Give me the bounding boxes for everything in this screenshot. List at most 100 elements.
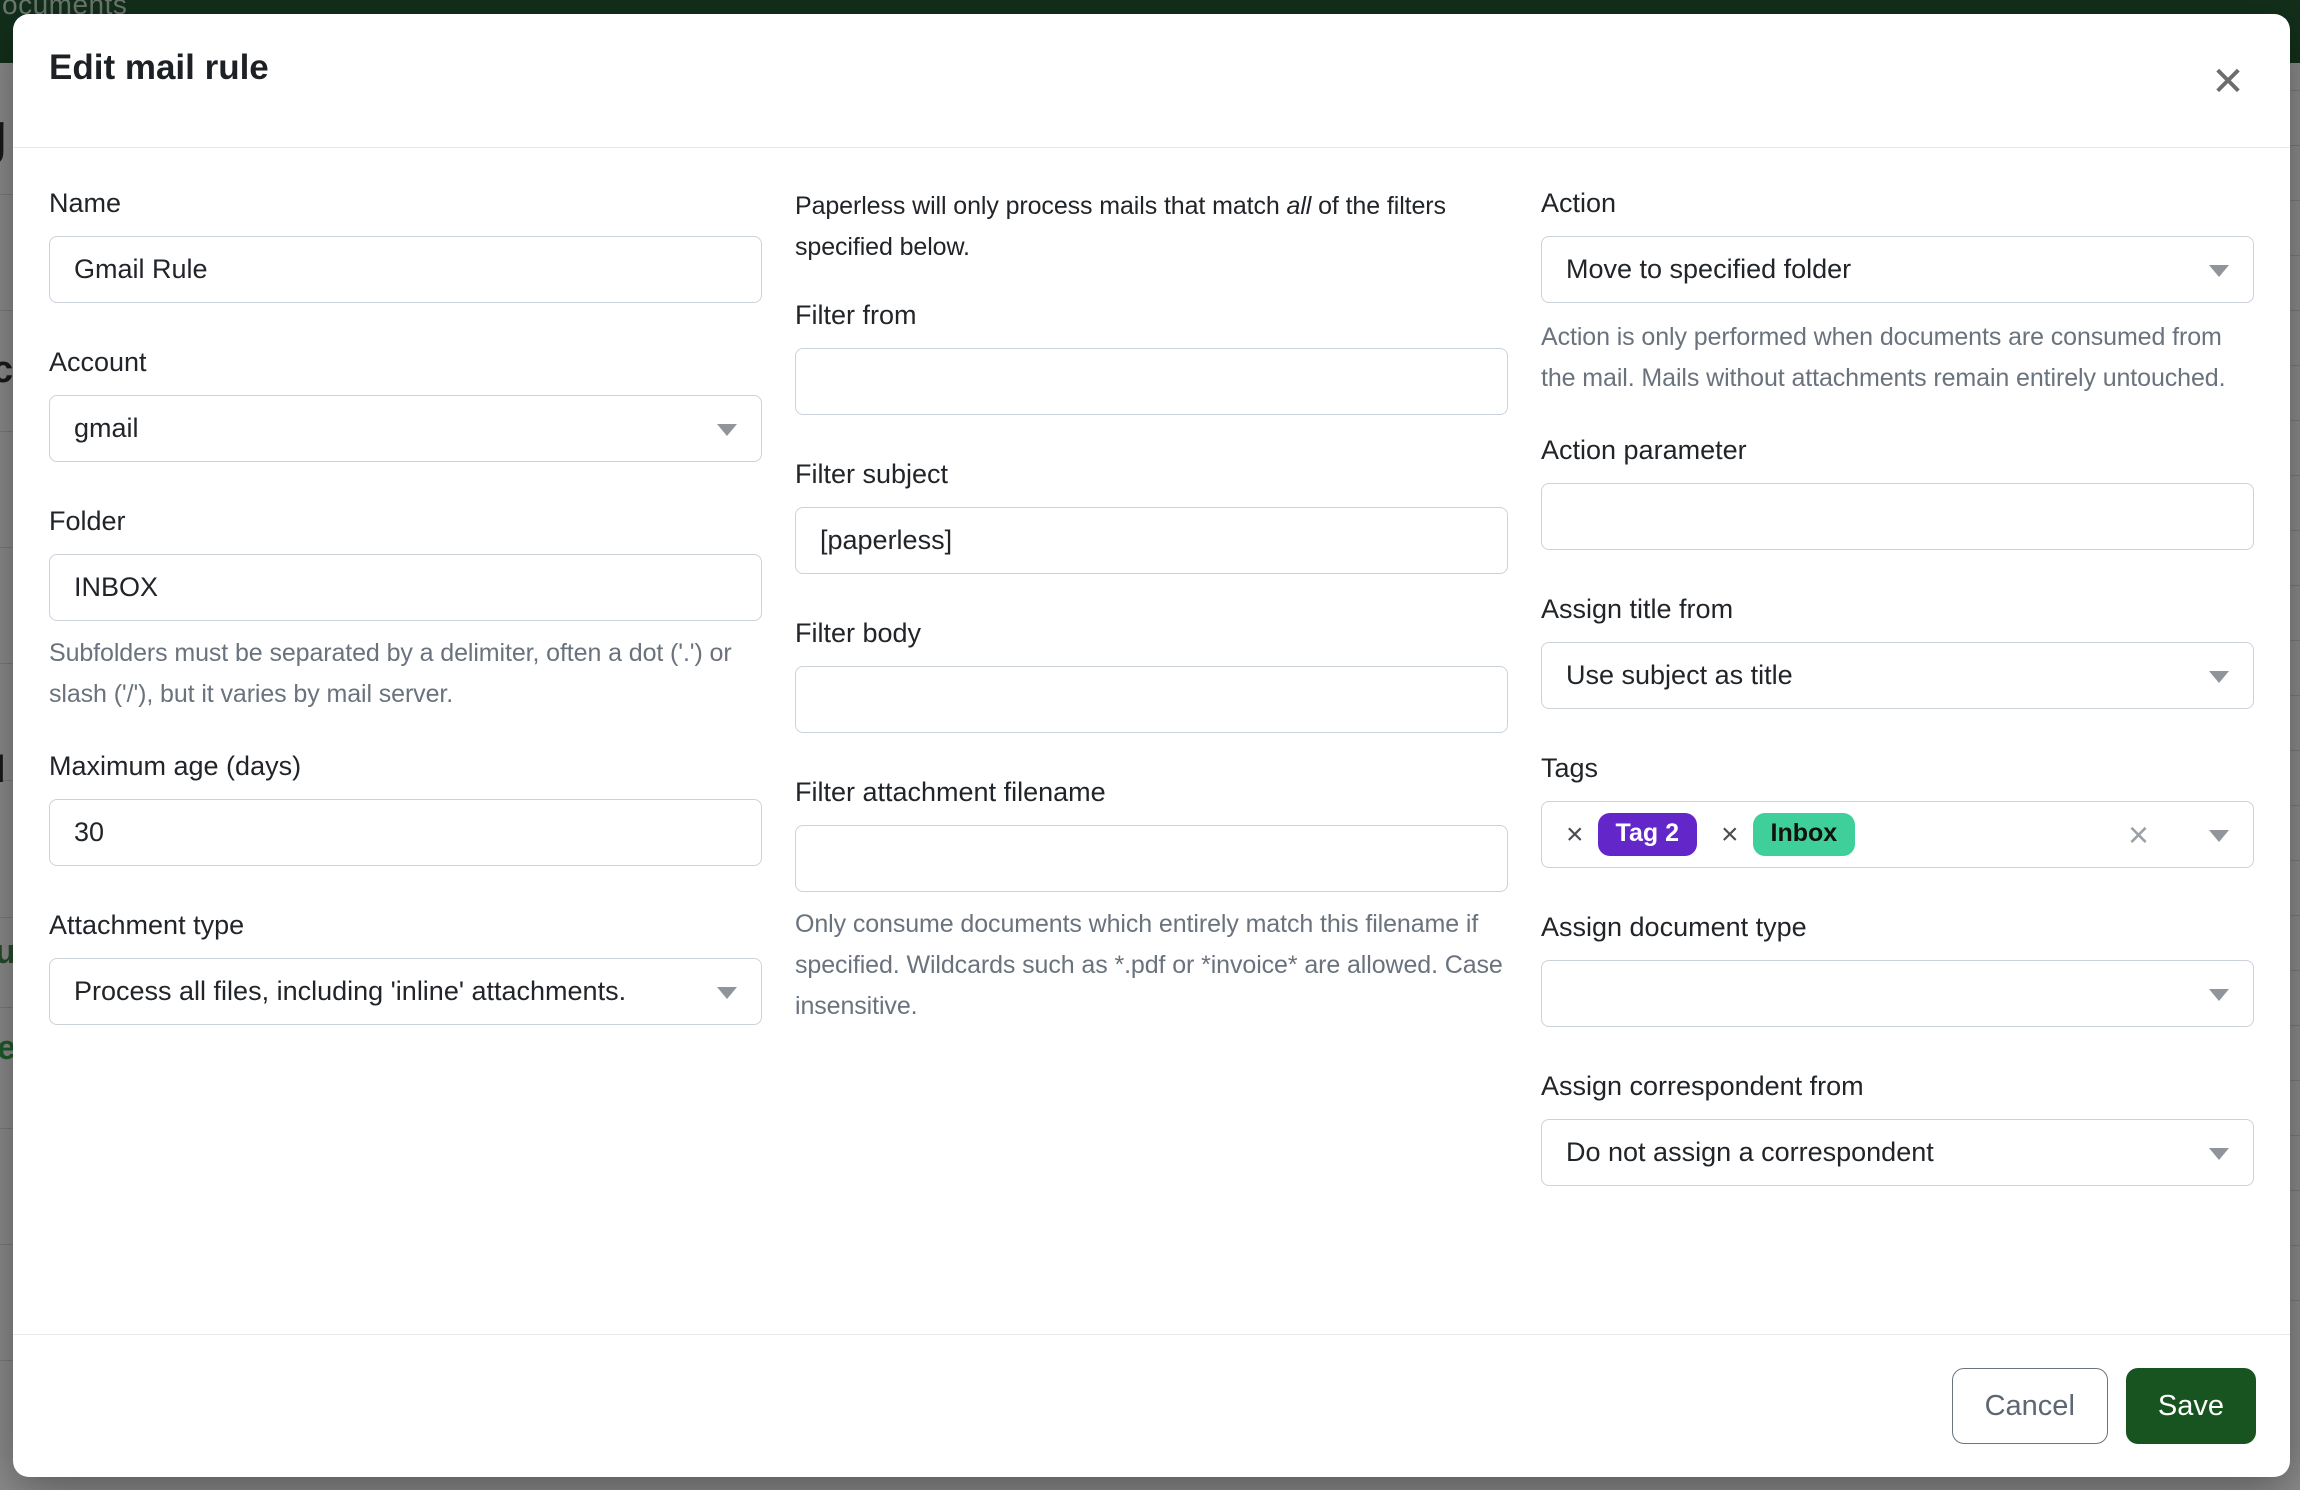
background-row-divider (2289, 1080, 2300, 1081)
column-filters: Paperless will only process mails that m… (795, 186, 1508, 1228)
background-row-divider (2289, 1300, 2300, 1301)
background-row-divider (2289, 310, 2300, 311)
background-text-fragment: u (0, 935, 13, 969)
background-row-divider (2289, 200, 2300, 201)
background-row-divider (2289, 805, 2300, 806)
filter-body-input[interactable] (795, 666, 1508, 733)
chevron-down-icon (2209, 989, 2229, 1001)
folder-input[interactable] (49, 554, 762, 621)
attachment-type-label: Attachment type (49, 908, 762, 942)
filter-attachment-filename-label: Filter attachment filename (795, 775, 1508, 809)
dialog-header: Edit mail rule ✕ (13, 14, 2290, 148)
assign-correspondent-from-select[interactable]: Do not assign a correspondent (1541, 1119, 2254, 1186)
column-actions: Action Move to specified folder Action i… (1541, 186, 2254, 1228)
background-text-fragment: l (0, 751, 6, 789)
background-row-divider (2289, 1190, 2300, 1191)
max-age-input[interactable] (49, 799, 762, 866)
chevron-down-icon (2209, 671, 2229, 683)
assign-document-type-select[interactable] (1541, 960, 2254, 1027)
filter-subject-label: Filter subject (795, 457, 1508, 491)
dialog-footer: Cancel Save (13, 1334, 2290, 1477)
chevron-down-icon (2209, 265, 2229, 277)
background-row-divider (0, 310, 13, 311)
filters-intro-pre: Paperless will only process mails that m… (795, 192, 1287, 220)
background-row-divider (0, 194, 13, 195)
folder-hint: Subfolders must be separated by a delimi… (49, 633, 762, 715)
assign-correspondent-from-label: Assign correspondent from (1541, 1069, 2254, 1103)
background-row-divider (2289, 255, 2300, 256)
remove-tag-icon[interactable]: × (1566, 820, 1584, 850)
background-page-right-edge (2289, 63, 2300, 1490)
background-text-fragment: e (0, 1031, 13, 1065)
background-text-fragment: c (0, 351, 13, 389)
tags-label: Tags (1541, 751, 2254, 785)
account-label: Account (49, 345, 762, 379)
background-row-divider (2289, 860, 2300, 861)
background-row-divider (2289, 90, 2300, 91)
action-parameter-label: Action parameter (1541, 433, 2254, 467)
clear-tags-icon[interactable]: × (2128, 817, 2149, 853)
chevron-down-icon (717, 424, 737, 436)
filter-from-label: Filter from (795, 298, 1508, 332)
attachment-type-select[interactable]: Process all files, including 'inline' at… (49, 958, 762, 1025)
action-parameter-input[interactable] (1541, 483, 2254, 550)
assign-title-from-label: Assign title from (1541, 592, 2254, 626)
edit-mail-rule-dialog: Edit mail rule ✕ Name Account gmail Fold… (13, 14, 2290, 1477)
background-row-divider (0, 431, 13, 432)
background-row-divider (2289, 750, 2300, 751)
filter-attachment-filename-input[interactable] (795, 825, 1508, 892)
assign-title-from-select[interactable]: Use subject as title (1541, 642, 2254, 709)
chevron-down-icon (717, 987, 737, 999)
background-row-divider (2289, 915, 2300, 916)
background-page-left-edge: g c l u e (0, 63, 13, 1490)
filters-intro-text: Paperless will only process mails that m… (795, 186, 1508, 268)
tag-pill: Tag 2 (1598, 813, 1697, 856)
assign-correspondent-from-value: Do not assign a correspondent (1566, 1137, 1934, 1168)
close-icon[interactable]: ✕ (2200, 54, 2256, 110)
background-row-divider (2289, 475, 2300, 476)
folder-label: Folder (49, 504, 762, 538)
action-hint: Action is only performed when documents … (1541, 317, 2254, 399)
filter-body-label: Filter body (795, 616, 1508, 650)
assign-document-type-label: Assign document type (1541, 910, 2254, 944)
dialog-title: Edit mail rule (49, 48, 269, 88)
background-row-divider (2289, 1245, 2300, 1246)
action-label: Action (1541, 186, 2254, 220)
background-row-divider (0, 1360, 13, 1361)
background-row-divider (2289, 695, 2300, 696)
background-row-divider (0, 547, 13, 548)
chevron-down-icon (2209, 1148, 2229, 1160)
filter-subject-input[interactable] (795, 507, 1508, 574)
assign-title-from-value: Use subject as title (1566, 660, 1793, 691)
background-row-divider (2289, 1135, 2300, 1136)
save-button[interactable]: Save (2126, 1368, 2256, 1444)
cancel-button[interactable]: Cancel (1952, 1368, 2108, 1444)
dialog-body: Name Account gmail Folder Subfolders mus… (13, 148, 2290, 1228)
background-row-divider (2289, 145, 2300, 146)
background-row-divider (0, 1244, 13, 1245)
name-input[interactable] (49, 236, 762, 303)
background-row-divider (2289, 1025, 2300, 1026)
background-row-divider (2289, 420, 2300, 421)
tag-pill: Inbox (1753, 813, 1856, 856)
filters-intro-emphasis: all (1287, 192, 1312, 220)
action-select[interactable]: Move to specified folder (1541, 236, 2254, 303)
filter-from-input[interactable] (795, 348, 1508, 415)
attachment-type-select-value: Process all files, including 'inline' at… (74, 976, 626, 1007)
account-select[interactable]: gmail (49, 395, 762, 462)
name-label: Name (49, 186, 762, 220)
action-select-value: Move to specified folder (1566, 254, 1851, 285)
filter-attachment-filename-hint: Only consume documents which entirely ma… (795, 904, 1508, 1027)
background-row-divider (2289, 640, 2300, 641)
max-age-label: Maximum age (days) (49, 749, 762, 783)
remove-tag-icon[interactable]: × (1721, 820, 1739, 850)
background-row-divider (2289, 365, 2300, 366)
background-row-divider (2289, 530, 2300, 531)
background-row-divider (0, 663, 13, 664)
chevron-down-icon (2209, 830, 2229, 842)
column-general: Name Account gmail Folder Subfolders mus… (49, 186, 762, 1228)
background-text-fragment: g (0, 105, 7, 163)
tags-multiselect[interactable]: × Tag 2 × Inbox × (1541, 801, 2254, 868)
account-select-value: gmail (74, 413, 139, 444)
selected-tags: × Tag 2 × Inbox (1566, 813, 1879, 856)
